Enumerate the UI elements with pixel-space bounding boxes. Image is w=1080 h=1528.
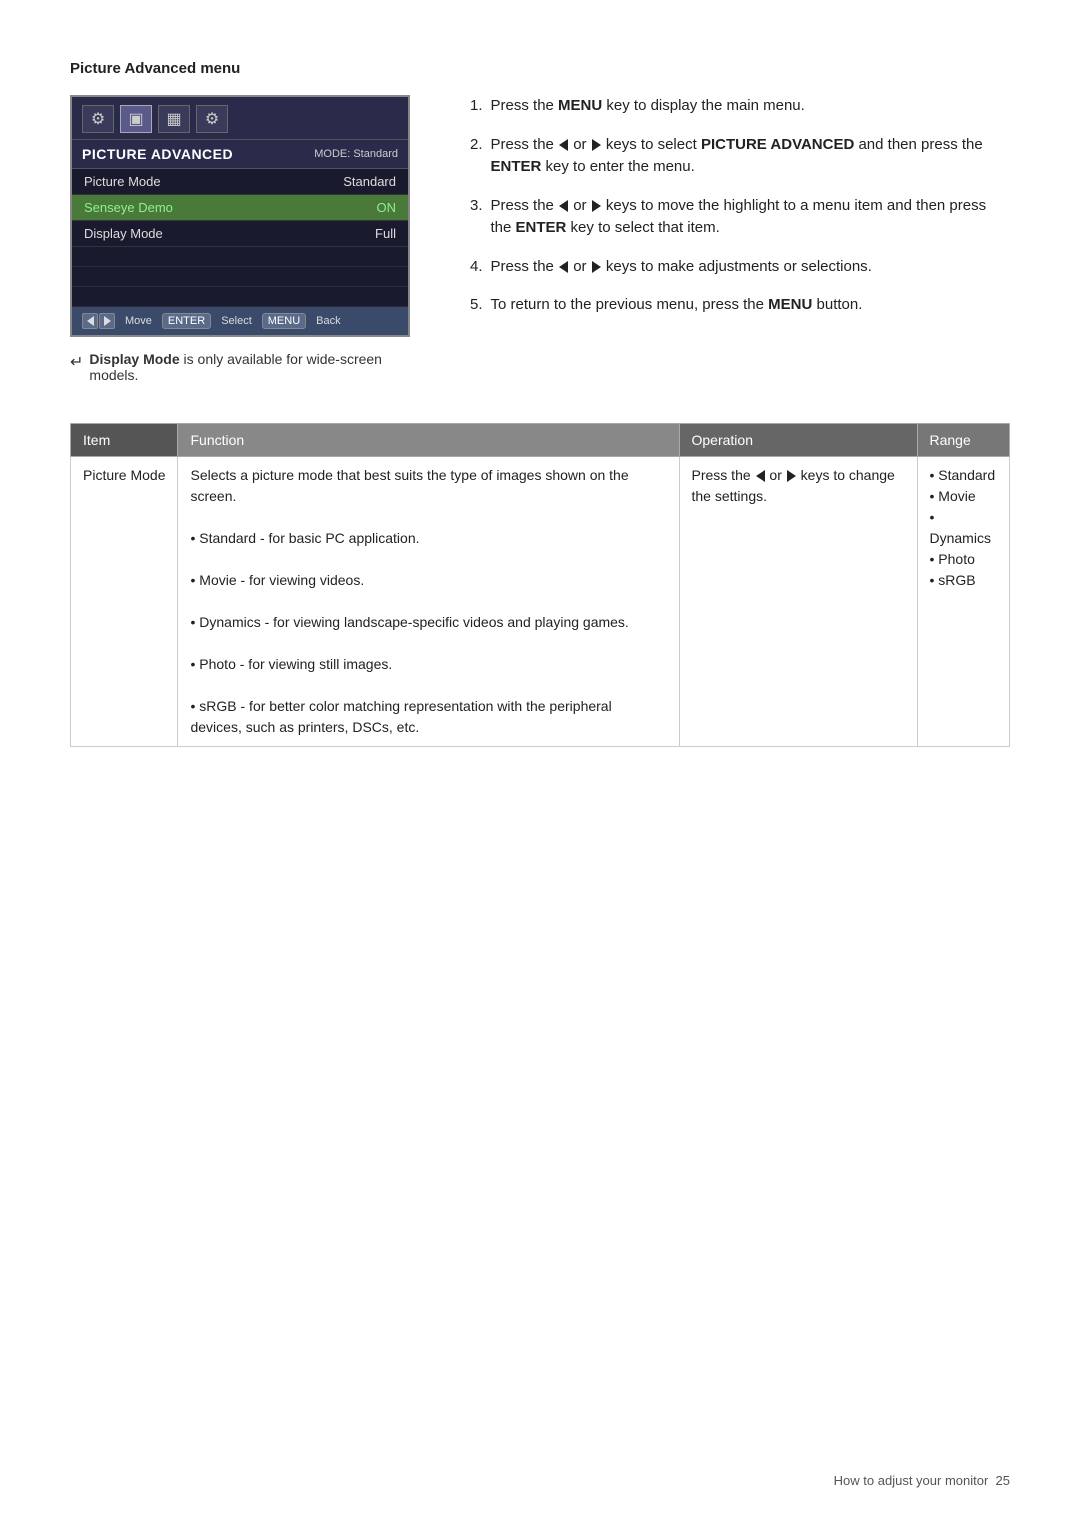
osd-menu: ⚙ ▣ ▦ ⚙ PICTURE ADVANCED MODE: Standard … bbox=[70, 95, 410, 337]
osd-row-senseye: Senseye Demo ON bbox=[72, 195, 408, 221]
osd-empty-1 bbox=[72, 247, 408, 267]
col-operation: Operation bbox=[679, 424, 917, 457]
col-function: Function bbox=[178, 424, 679, 457]
info-table: Item Function Operation Range Picture Mo… bbox=[70, 423, 1010, 747]
footer-text: How to adjust your monitor bbox=[834, 1473, 989, 1488]
osd-icon-4: ⚙ bbox=[196, 105, 228, 133]
left-column: ⚙ ▣ ▦ ⚙ PICTURE ADVANCED MODE: Standard … bbox=[70, 95, 430, 383]
table-row: Picture Mode Selects a picture mode that… bbox=[71, 457, 1010, 747]
steps-list: 1. Press the MENU key to display the mai… bbox=[470, 95, 1010, 317]
section-heading-text: Picture Advanced menu bbox=[70, 60, 240, 77]
col-item: Item bbox=[71, 424, 178, 457]
osd-icon-2: ▣ bbox=[120, 105, 152, 133]
page-content: Picture Advanced menu ⚙ ▣ ▦ ⚙ PICTURE AD… bbox=[0, 0, 1080, 807]
cell-item: Picture Mode bbox=[71, 457, 178, 747]
cell-operation: Press the or keys to change the settings… bbox=[679, 457, 917, 747]
osd-title: PICTURE ADVANCED bbox=[82, 146, 233, 162]
cell-function: Selects a picture mode that best suits t… bbox=[178, 457, 679, 747]
osd-row-picture-mode: Picture Mode Standard bbox=[72, 169, 408, 195]
osd-row-display-mode: Display Mode Full bbox=[72, 221, 408, 247]
osd-nav-arrows bbox=[82, 313, 115, 329]
osd-icon-3: ▦ bbox=[158, 105, 190, 133]
osd-icon-row: ⚙ ▣ ▦ ⚙ bbox=[72, 97, 408, 140]
step-3: 3. Press the or keys to move the highlig… bbox=[470, 195, 1010, 240]
cell-range: • Standard • Movie • Dynamics • Photo • … bbox=[917, 457, 1010, 747]
osd-bottom-bar: Move ENTER Select MENU Back bbox=[72, 307, 408, 335]
osd-empty-3 bbox=[72, 287, 408, 307]
top-section: ⚙ ▣ ▦ ⚙ PICTURE ADVANCED MODE: Standard … bbox=[70, 95, 1010, 383]
footer-page-number: 25 bbox=[996, 1473, 1010, 1488]
step-2: 2. Press the or keys to select PICTURE A… bbox=[470, 134, 1010, 179]
osd-mode: MODE: Standard bbox=[314, 148, 398, 160]
step-1: 1. Press the MENU key to display the mai… bbox=[470, 95, 1010, 118]
osd-empty-2 bbox=[72, 267, 408, 287]
col-range: Range bbox=[917, 424, 1010, 457]
section-heading: Picture Advanced menu bbox=[70, 60, 1010, 77]
table-header-row: Item Function Operation Range bbox=[71, 424, 1010, 457]
step-5: 5. To return to the previous menu, press… bbox=[470, 294, 1010, 317]
step-4: 4. Press the or keys to make adjustments… bbox=[470, 256, 1010, 279]
note-text: Display Mode is only available for wide-… bbox=[89, 351, 430, 383]
osd-icon-1: ⚙ bbox=[82, 105, 114, 133]
right-column: 1. Press the MENU key to display the mai… bbox=[470, 95, 1010, 383]
page-footer: How to adjust your monitor 25 bbox=[834, 1473, 1010, 1488]
note-icon: ↵ bbox=[70, 352, 83, 372]
osd-title-bar: PICTURE ADVANCED MODE: Standard bbox=[72, 140, 408, 169]
osd-note: ↵ Display Mode is only available for wid… bbox=[70, 351, 430, 383]
